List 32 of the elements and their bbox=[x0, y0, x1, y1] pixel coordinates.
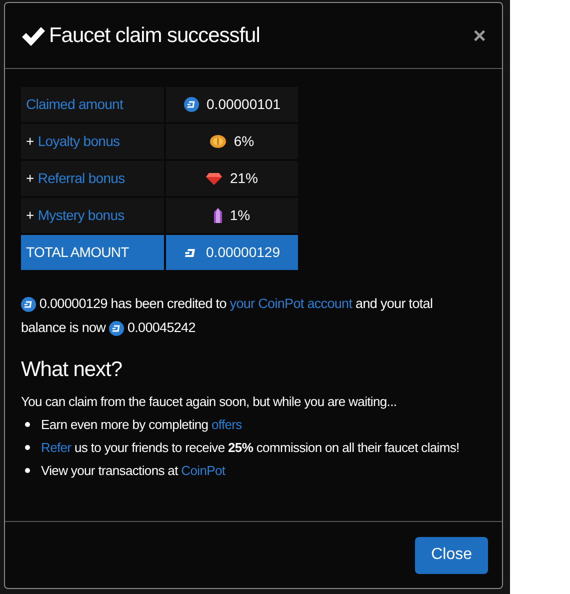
bullet-text: Refer us to your friends to receive 25% commission on all their faucet claims! bbox=[41, 438, 460, 457]
table-cell: 21% bbox=[166, 161, 298, 196]
dash-coin-icon bbox=[109, 320, 124, 336]
table-cell: 6% bbox=[166, 124, 298, 159]
table-cell: + Referral bonus bbox=[21, 161, 164, 196]
dash-coin-icon bbox=[184, 97, 199, 112]
table-cell: 0.00000101 bbox=[166, 87, 298, 122]
link[interactable]: offers bbox=[212, 416, 242, 432]
bullet-text: View your transactions at CoinPot bbox=[41, 462, 226, 480]
credit-message: 0.00000129 has been credited to your CoinPot account and your total balance is now 0.00045242 bbox=[21, 295, 434, 338]
checkmark-icon bbox=[21, 26, 45, 46]
link[interactable]: CoinPot bbox=[181, 462, 226, 478]
bullet-icon bbox=[25, 468, 30, 473]
crystal-icon bbox=[214, 208, 222, 224]
close-button[interactable]: Close bbox=[415, 536, 488, 574]
link[interactable]: Refer bbox=[41, 440, 72, 455]
bullet-text: Earn even more by completing offers bbox=[41, 416, 242, 434]
table-cell: TOTAL AMOUNT bbox=[21, 235, 164, 270]
bullet-icon bbox=[25, 422, 30, 427]
gem-icon bbox=[206, 172, 222, 184]
coin-icon bbox=[210, 135, 226, 148]
link[interactable]: your CoinPot account bbox=[230, 296, 352, 311]
table-cell: 1% bbox=[166, 198, 298, 233]
table-cell: + Mystery bonus bbox=[21, 198, 164, 233]
dash-coin-icon bbox=[21, 296, 36, 312]
table-cell: Claimed amount bbox=[21, 87, 164, 122]
bullet-icon bbox=[25, 445, 30, 450]
dialog-title: Faucet claim successful bbox=[49, 22, 260, 49]
section-heading: What next? bbox=[21, 357, 123, 383]
intro-text: You can claim from the faucet again soon, but while you are waiting... bbox=[21, 392, 398, 411]
table-cell: + Loyalty bonus bbox=[21, 124, 164, 159]
table-cell: 0.00000129 bbox=[166, 235, 298, 270]
